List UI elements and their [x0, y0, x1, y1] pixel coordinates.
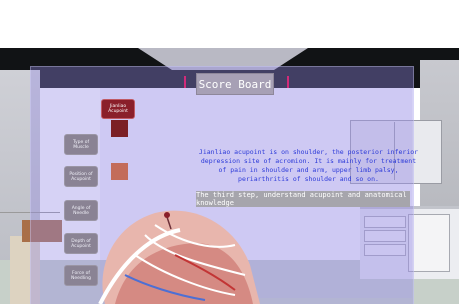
position-of-acupoint-button[interactable]: Position of Acupoint — [64, 166, 98, 187]
skeleton-thumbnail-icon — [111, 163, 128, 180]
shoulder-anatomy-model[interactable] — [85, 195, 260, 304]
acupoint-description: Jianliao acupoint is on shoulder, the po… — [198, 148, 419, 183]
marker-tick — [287, 76, 289, 88]
muscle-thumbnail-icon — [111, 120, 128, 137]
score-board-title: Score Board — [196, 73, 274, 95]
cabinet-door — [408, 214, 450, 272]
type-of-muscle-button[interactable]: Type of Muscle — [64, 134, 98, 155]
jianliao-acupoint-button[interactable]: Jianliao Acupoint — [101, 99, 135, 119]
top-margin — [0, 0, 459, 48]
marker-tick — [184, 76, 186, 88]
vr-scene: Score Board Jianliao Acupoint Type of Mu… — [0, 0, 459, 304]
